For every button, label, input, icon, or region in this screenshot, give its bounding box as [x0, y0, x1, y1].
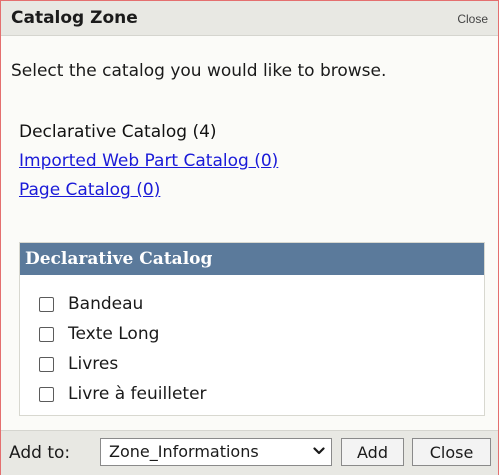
web-part-label: Livre à feuilleter: [68, 384, 207, 404]
catalog-panel-title: Declarative Catalog: [25, 249, 213, 269]
zone-select-value: Zone_Informations: [109, 442, 259, 461]
add-button[interactable]: Add: [341, 438, 404, 466]
web-part-checkbox[interactable]: [39, 386, 54, 402]
web-part-checkbox[interactable]: [39, 296, 54, 312]
close-link[interactable]: Close: [457, 12, 488, 26]
close-button[interactable]: Close: [412, 438, 491, 466]
catalog-panel: Declarative Catalog Bandeau Texte Long L…: [19, 242, 485, 416]
web-part-item[interactable]: Bandeau: [39, 289, 207, 319]
web-part-item[interactable]: Livre à feuilleter: [39, 379, 207, 409]
web-part-label: Livres: [68, 354, 119, 374]
catalog-link-imported[interactable]: Imported Web Part Catalog (0): [19, 147, 278, 176]
instructions-text: Select the catalog you would like to bro…: [11, 61, 387, 81]
catalog-panel-header: Declarative Catalog: [20, 243, 484, 275]
web-part-item[interactable]: Livres: [39, 349, 207, 379]
web-part-item[interactable]: Texte Long: [39, 319, 207, 349]
chevron-down-icon: [313, 447, 325, 455]
add-to-label: Add to:: [9, 443, 71, 463]
web-part-list: Bandeau Texte Long Livres Livre à feuill…: [39, 289, 207, 409]
footer-bar: Add to: Zone_Informations Add Close: [1, 430, 498, 475]
zone-select[interactable]: Zone_Informations: [100, 438, 332, 466]
catalog-zone: Catalog Zone Close Select the catalog yo…: [0, 0, 499, 475]
web-part-checkbox[interactable]: [39, 326, 54, 342]
catalog-link-page[interactable]: Page Catalog (0): [19, 176, 278, 205]
catalog-item-declarative: Declarative Catalog (4): [19, 122, 217, 142]
web-part-label: Bandeau: [68, 294, 144, 314]
web-part-checkbox[interactable]: [39, 356, 54, 372]
catalog-list: Declarative Catalog (4) Imported Web Par…: [19, 118, 278, 205]
web-part-label: Texte Long: [68, 324, 160, 344]
title-bar: Catalog Zone Close: [1, 1, 498, 36]
zone-title: Catalog Zone: [11, 8, 138, 28]
